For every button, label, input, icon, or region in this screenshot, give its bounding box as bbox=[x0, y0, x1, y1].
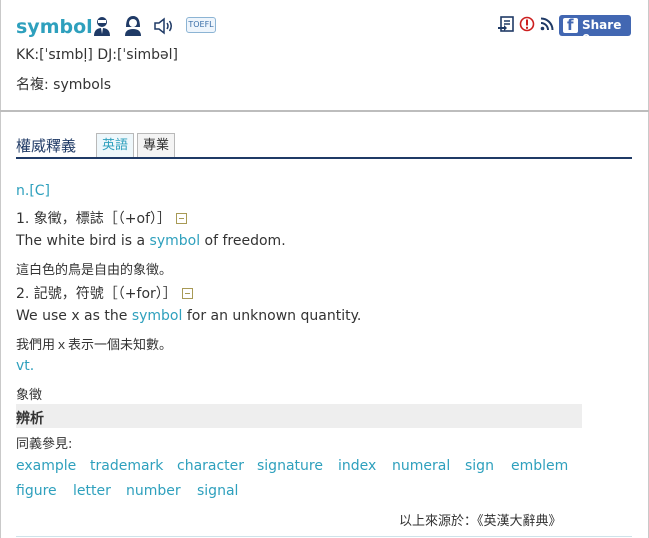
tab-underline bbox=[16, 157, 632, 159]
synonym-link[interactable]: sign bbox=[465, 458, 494, 474]
tab-english[interactable]: 英語 bbox=[96, 133, 135, 158]
example-2: We use x as the symbol for an unknown qu… bbox=[16, 308, 361, 324]
synonym-link[interactable]: index bbox=[338, 458, 376, 474]
bottom-divider bbox=[16, 536, 632, 537]
verb-pos-label: vt. bbox=[16, 358, 35, 374]
sense-1-text: 1. 象徵，標誌［（+of）］ bbox=[16, 211, 172, 227]
example-2-after: for an unknown quantity. bbox=[182, 308, 362, 324]
synonym-link[interactable]: numeral bbox=[392, 458, 450, 474]
facebook-share-button[interactable]: f Share 0 bbox=[559, 15, 631, 46]
verb-sense: 象徵 bbox=[16, 388, 43, 403]
synonym-link[interactable]: figure bbox=[16, 483, 57, 499]
example-2-before: We use x as the bbox=[16, 308, 132, 324]
sense-2-text: 2. 記號，符號［（+for）］ bbox=[16, 286, 177, 302]
synonym-link[interactable]: emblem bbox=[511, 458, 568, 474]
collapse-icon[interactable] bbox=[181, 287, 193, 299]
collapse-icon[interactable] bbox=[176, 212, 188, 224]
synonym-link[interactable]: number bbox=[126, 483, 181, 499]
save-icon[interactable] bbox=[497, 16, 515, 34]
example-2-keyword: symbol bbox=[131, 308, 183, 324]
example-1: The white bird is a symbol of freedom. bbox=[16, 233, 286, 249]
synonym-link[interactable]: signal bbox=[197, 483, 238, 499]
male-voice-icon[interactable] bbox=[92, 15, 112, 37]
pronunciation: KK:[ˈsɪmbḷ] DJ:[ˈsimbəl] bbox=[16, 47, 178, 63]
sense-2: 2. 記號，符號［（+for）］ bbox=[16, 283, 193, 303]
analysis-heading: 辨析 bbox=[16, 411, 44, 427]
noun-pos-label: n.[C] bbox=[16, 183, 51, 199]
example-2-translation: 我們用ｘ表示一個未知數。 bbox=[16, 338, 173, 353]
alert-icon[interactable] bbox=[519, 16, 535, 32]
share-label: Share 0 bbox=[582, 18, 622, 46]
analysis-heading-bar: 辨析 bbox=[16, 404, 582, 428]
headword: symbol bbox=[16, 16, 93, 38]
sense-1: 1. 象徵，標誌［（+of）］ bbox=[16, 208, 188, 228]
synonym-link[interactable]: letter bbox=[73, 483, 111, 499]
example-1-before: The white bird is a bbox=[16, 233, 150, 249]
synonym-link[interactable]: trademark bbox=[90, 458, 163, 474]
authoritative-definitions-title: 權威釋義 bbox=[16, 137, 77, 155]
synonym-link[interactable]: signature bbox=[257, 458, 323, 474]
speaker-icon[interactable] bbox=[153, 17, 175, 35]
synonym-link[interactable]: character bbox=[177, 458, 244, 474]
synonyms-label: 同義參見: bbox=[16, 437, 73, 452]
facebook-icon: f bbox=[563, 16, 578, 34]
synonym-link[interactable]: example bbox=[16, 458, 76, 474]
female-voice-icon[interactable] bbox=[123, 15, 143, 37]
example-1-after: of freedom. bbox=[200, 233, 286, 249]
toefl-badge: TOEFL bbox=[186, 17, 216, 33]
header-divider bbox=[0, 110, 649, 112]
source-attribution: 以上來源於：《英漢大辭典》 bbox=[399, 514, 562, 529]
plural-form: 名複: symbols bbox=[16, 77, 112, 93]
example-1-keyword: symbol bbox=[149, 233, 201, 249]
word-header: symbol TOEFL f Share 0 KK:[ˈsɪmbḷ] DJ:[ˈ… bbox=[0, 0, 649, 110]
tab-professional[interactable]: 專業 bbox=[137, 133, 176, 158]
rss-icon[interactable] bbox=[540, 17, 554, 31]
example-1-translation: 這白色的鳥是自由的象徵。 bbox=[16, 263, 173, 278]
